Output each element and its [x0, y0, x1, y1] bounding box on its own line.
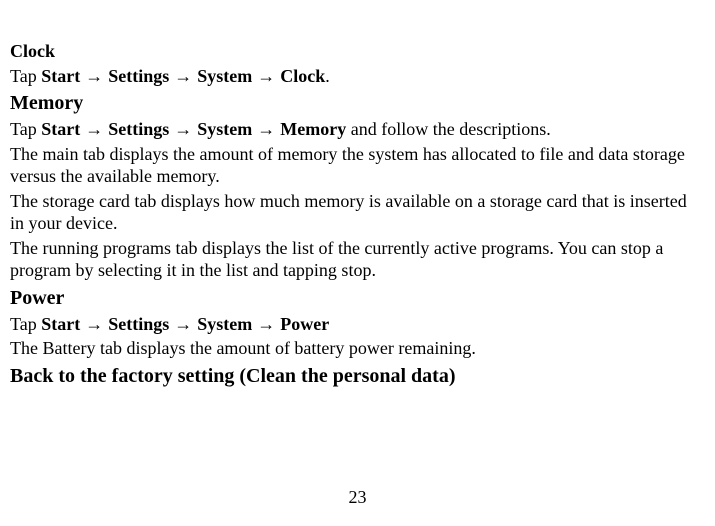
document-content: Clock Tap Start → Settings → System → Cl… — [10, 40, 705, 389]
path-settings: Settings — [108, 314, 169, 334]
power-instruction: Tap Start → Settings → System → Power — [10, 313, 705, 336]
arrow-icon: → — [252, 314, 280, 334]
heading-memory: Memory — [10, 91, 705, 116]
heading-clock: Clock — [10, 40, 705, 63]
memory-instruction: Tap Start → Settings → System → Memory a… — [10, 118, 705, 141]
path-start: Start — [41, 314, 80, 334]
period: . — [325, 66, 330, 86]
power-p1: The Battery tab displays the amount of b… — [10, 337, 705, 360]
path-system: System — [197, 314, 252, 334]
path-start: Start — [41, 66, 80, 86]
arrow-icon: → — [169, 314, 197, 334]
memory-p3: The running programs tab displays the li… — [10, 237, 705, 282]
arrow-icon: → — [252, 119, 280, 139]
clock-instruction: Tap Start → Settings → System → Clock. — [10, 65, 705, 88]
path-power: Power — [280, 314, 329, 334]
path-start: Start — [41, 119, 80, 139]
arrow-icon: → — [252, 66, 280, 86]
suffix-text: and follow the descriptions. — [346, 119, 550, 139]
memory-p2: The storage card tab displays how much m… — [10, 190, 705, 235]
tap-text: Tap — [10, 66, 41, 86]
path-system: System — [197, 66, 252, 86]
arrow-icon: → — [169, 119, 197, 139]
path-system: System — [197, 119, 252, 139]
page-number: 23 — [0, 487, 715, 508]
arrow-icon: → — [80, 66, 108, 86]
arrow-icon: → — [80, 119, 108, 139]
path-clock: Clock — [280, 66, 325, 86]
tap-text: Tap — [10, 119, 41, 139]
heading-factory: Back to the factory setting (Clean the p… — [10, 364, 705, 389]
arrow-icon: → — [80, 314, 108, 334]
path-memory: Memory — [280, 119, 346, 139]
heading-power: Power — [10, 286, 705, 311]
memory-p1: The main tab displays the amount of memo… — [10, 143, 705, 188]
tap-text: Tap — [10, 314, 41, 334]
arrow-icon: → — [169, 66, 197, 86]
path-settings: Settings — [108, 66, 169, 86]
path-settings: Settings — [108, 119, 169, 139]
